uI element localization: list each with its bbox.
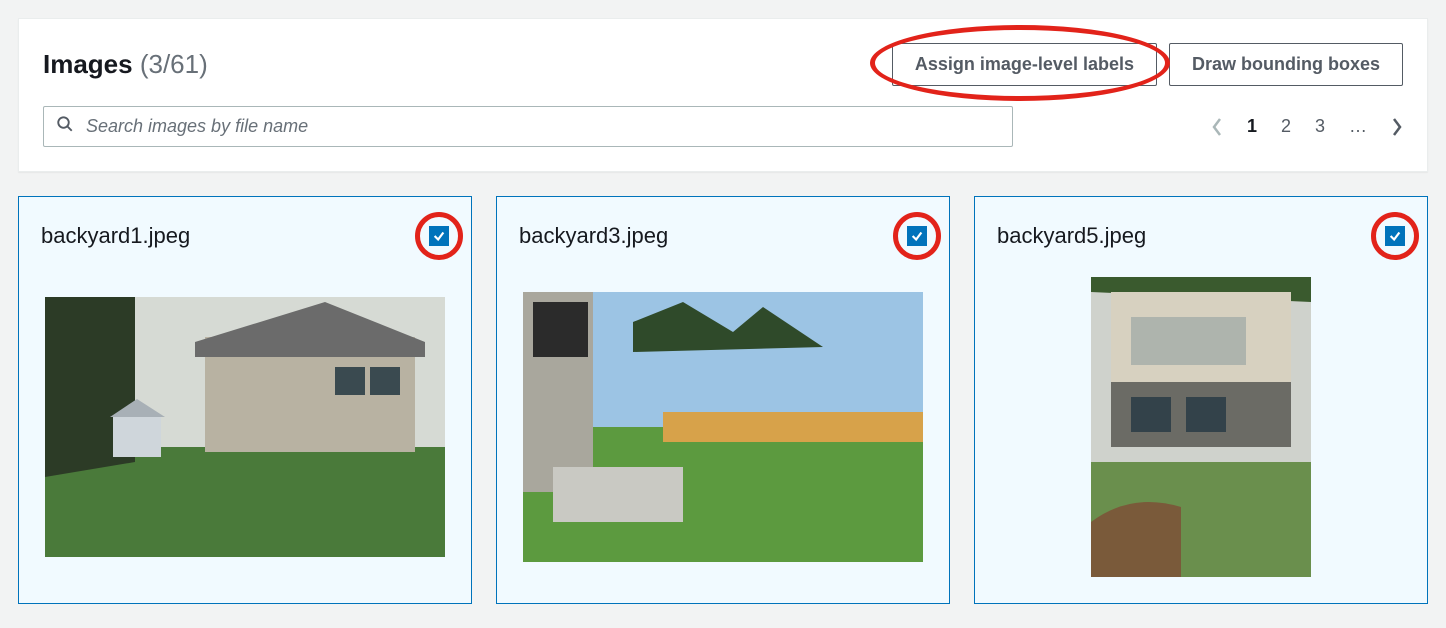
- checkbox-wrap: [429, 226, 449, 246]
- select-checkbox[interactable]: [907, 226, 927, 246]
- image-thumbnail[interactable]: [519, 277, 927, 577]
- page-ellipsis: …: [1349, 116, 1367, 137]
- search-icon: [56, 115, 74, 138]
- thumbnail-placeholder: [45, 297, 445, 557]
- search-input[interactable]: [84, 115, 1000, 138]
- title-text: Images: [43, 49, 133, 79]
- image-filename: backyard1.jpeg: [41, 223, 190, 249]
- image-card[interactable]: backyard3.jpeg: [496, 196, 950, 604]
- image-card[interactable]: backyard5.jpeg: [974, 196, 1428, 604]
- page-prev[interactable]: [1211, 117, 1223, 137]
- page-2[interactable]: 2: [1281, 116, 1291, 137]
- assign-labels-button[interactable]: Assign image-level labels: [892, 43, 1157, 86]
- page-next[interactable]: [1391, 117, 1403, 137]
- checkbox-wrap: [907, 226, 927, 246]
- thumbnail-placeholder: [1091, 277, 1311, 577]
- card-header: backyard1.jpeg: [41, 223, 449, 249]
- page-1[interactable]: 1: [1247, 116, 1257, 137]
- select-checkbox[interactable]: [1385, 226, 1405, 246]
- images-panel: Images (3/61) Assign image-level labels …: [18, 18, 1428, 172]
- panel-header: Images (3/61) Assign image-level labels …: [43, 43, 1403, 86]
- check-icon: [910, 229, 924, 243]
- image-filename: backyard5.jpeg: [997, 223, 1146, 249]
- card-header: backyard5.jpeg: [997, 223, 1405, 249]
- image-filename: backyard3.jpeg: [519, 223, 668, 249]
- thumbnail-placeholder: [523, 292, 923, 562]
- image-thumbnail[interactable]: [997, 277, 1405, 577]
- image-card[interactable]: backyard1.jpeg: [18, 196, 472, 604]
- selection-count: (3/61): [140, 49, 208, 79]
- image-grid: backyard1.jpeg ba: [18, 196, 1428, 604]
- panel-title: Images (3/61): [43, 49, 208, 80]
- check-icon: [432, 229, 446, 243]
- search-box[interactable]: [43, 106, 1013, 147]
- select-checkbox[interactable]: [429, 226, 449, 246]
- checkbox-wrap: [1385, 226, 1405, 246]
- pagination: 1 2 3 …: [1211, 116, 1403, 137]
- image-thumbnail[interactable]: [41, 277, 449, 577]
- card-header: backyard3.jpeg: [519, 223, 927, 249]
- draw-boxes-button[interactable]: Draw bounding boxes: [1169, 43, 1403, 86]
- action-buttons: Assign image-level labels Draw bounding …: [892, 43, 1403, 86]
- page-3[interactable]: 3: [1315, 116, 1325, 137]
- check-icon: [1388, 229, 1402, 243]
- toolbar-row: 1 2 3 …: [43, 106, 1403, 147]
